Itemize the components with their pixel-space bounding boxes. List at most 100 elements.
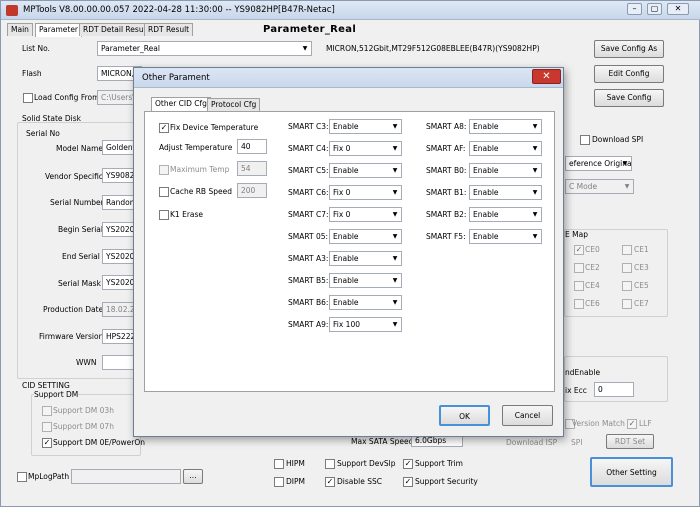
- other-setting-button[interactable]: Other Setting: [590, 457, 673, 487]
- fix-device-temp-checkbox[interactable]: ✓: [159, 123, 169, 133]
- close-button[interactable]: ✕: [667, 3, 689, 15]
- ce6-checkbox[interactable]: [574, 299, 584, 309]
- smart-05-label: SMART 05:: [288, 232, 329, 241]
- smart-05-value: Enable: [333, 232, 359, 241]
- chevron-down-icon: ▼: [392, 233, 398, 240]
- support-trim-checkbox[interactable]: ✓: [403, 459, 413, 469]
- k1-erase-checkbox[interactable]: [159, 210, 169, 220]
- tab-other-cid-cfg[interactable]: Other CID Cfg: [151, 97, 211, 111]
- edit-config-button[interactable]: Edit Config: [594, 65, 664, 83]
- load-config-label: Load Config From: [34, 93, 100, 102]
- chevron-down-icon: ▼: [392, 189, 398, 196]
- smart-b5-select[interactable]: Enable ▼: [329, 273, 402, 288]
- smart-05-select[interactable]: Enable ▼: [329, 229, 402, 244]
- max-temp-label: Maximum Temp: [170, 165, 230, 174]
- cache-rb-field[interactable]: 200: [237, 183, 267, 198]
- smart-a8-label: SMART A8:: [426, 122, 467, 131]
- list-no-select[interactable]: Parameter_Real ▼: [97, 41, 312, 56]
- smart-c5-select[interactable]: Enable ▼: [329, 163, 402, 178]
- smart-a9-value: Fix 100: [333, 320, 360, 329]
- dipm-label: DIPM: [286, 477, 305, 486]
- support-dm-03h-checkbox[interactable]: [42, 406, 52, 416]
- dialog-close-button[interactable]: ✕: [532, 69, 561, 84]
- chevron-down-icon: ▼: [532, 233, 538, 240]
- hipm-checkbox[interactable]: [274, 459, 284, 469]
- save-config-as-button[interactable]: Save Config As: [594, 40, 664, 58]
- cancel-button[interactable]: Cancel: [502, 405, 553, 426]
- max-ecc-field[interactable]: 0: [594, 382, 634, 397]
- minimize-button[interactable]: –: [627, 3, 642, 15]
- smart-b1-select[interactable]: Enable ▼: [469, 185, 542, 200]
- app-icon: [6, 5, 18, 16]
- serial-no-title: Serial No: [26, 129, 60, 138]
- tab-rdt-detail-result[interactable]: RDT Detail Result: [79, 23, 153, 36]
- smart-af-label: SMART AF:: [426, 144, 466, 153]
- disable-ssc-label: Disable SSC: [337, 477, 382, 486]
- ce0-label: CE0: [585, 245, 600, 254]
- chevron-down-icon: ▼: [624, 183, 630, 190]
- max-sata-speed-label: Max SATA Speed: [351, 437, 414, 446]
- smart-c6-label: SMART C6:: [288, 188, 329, 197]
- ce2-checkbox[interactable]: [574, 263, 584, 273]
- ce4-label: CE4: [585, 281, 600, 290]
- load-config-checkbox[interactable]: [23, 93, 33, 103]
- disable-ssc-checkbox[interactable]: ✓: [325, 477, 335, 487]
- chevron-down-icon: ▼: [622, 160, 628, 167]
- smart-c4-select[interactable]: Fix 0 ▼: [329, 141, 402, 156]
- mode-select[interactable]: C Mode ▼: [565, 179, 634, 194]
- ce3-checkbox[interactable]: [622, 263, 632, 273]
- tab-rdt-result[interactable]: RDT Result: [144, 23, 194, 36]
- max-temp-field[interactable]: 54: [237, 161, 267, 176]
- smart-a3-select[interactable]: Enable ▼: [329, 251, 402, 266]
- adjust-temp-label: Adjust Temperature: [159, 143, 233, 152]
- smart-c5-label: SMART C5:: [288, 166, 329, 175]
- mplogpath-label: MpLogPath: [28, 472, 70, 481]
- reference-original-select[interactable]: eference Origina ▼: [565, 156, 632, 171]
- smart-c6-value: Fix 0: [333, 188, 351, 197]
- flash-label: Flash: [22, 69, 42, 78]
- smart-c6-select[interactable]: Fix 0 ▼: [329, 185, 402, 200]
- ce3-label: CE3: [634, 263, 649, 272]
- support-dm-0e-checkbox[interactable]: ✓: [42, 438, 52, 448]
- save-config-button[interactable]: Save Config: [594, 89, 664, 107]
- flash-info: MICRON,512Gbit,MT29F512G08EBLEE(B47R)(YS…: [326, 44, 540, 53]
- ce1-checkbox[interactable]: [622, 245, 632, 255]
- tab-main[interactable]: Main: [7, 23, 33, 36]
- support-security-checkbox[interactable]: ✓: [403, 477, 413, 487]
- smart-a9-select[interactable]: Fix 100 ▼: [329, 317, 402, 332]
- chevron-down-icon: ▼: [302, 45, 308, 52]
- rdt-set-button[interactable]: RDT Set: [606, 434, 654, 449]
- smart-a8-select[interactable]: Enable ▼: [469, 119, 542, 134]
- tab-protocol-cfg[interactable]: Protocol Cfg: [207, 98, 261, 111]
- smart-af-select[interactable]: Enable ▼: [469, 141, 542, 156]
- adjust-temp-field[interactable]: 40: [237, 139, 267, 154]
- ok-button[interactable]: OK: [439, 405, 490, 426]
- smart-b6-select[interactable]: Enable ▼: [329, 295, 402, 310]
- smart-a3-value: Enable: [333, 254, 359, 263]
- llf-checkbox[interactable]: ✓: [627, 419, 637, 429]
- smart-f5-select[interactable]: Enable ▼: [469, 229, 542, 244]
- smart-c7-select[interactable]: Fix 0 ▼: [329, 207, 402, 222]
- mplogpath-browse-button[interactable]: ...: [183, 469, 203, 484]
- smart-b2-select[interactable]: Enable ▼: [469, 207, 542, 222]
- mplogpath-checkbox[interactable]: [17, 472, 27, 482]
- cache-rb-checkbox[interactable]: [159, 187, 169, 197]
- ce4-checkbox[interactable]: [574, 281, 584, 291]
- max-temp-checkbox[interactable]: [159, 165, 169, 175]
- support-devslp-checkbox[interactable]: [325, 459, 335, 469]
- ce5-checkbox[interactable]: [622, 281, 632, 291]
- smart-c3-select[interactable]: Enable ▼: [329, 119, 402, 134]
- ce2-label: CE2: [585, 263, 600, 272]
- support-dm-07h-checkbox[interactable]: [42, 422, 52, 432]
- ce7-checkbox[interactable]: [622, 299, 632, 309]
- download-spi-checkbox[interactable]: [580, 135, 590, 145]
- smart-b0-select[interactable]: Enable ▼: [469, 163, 542, 178]
- fix-device-temp-label: Fix Device Temperature: [170, 123, 259, 132]
- maximize-button[interactable]: ▢: [647, 3, 662, 15]
- ce0-checkbox[interactable]: ✓: [574, 245, 584, 255]
- dipm-checkbox[interactable]: [274, 477, 284, 487]
- tab-parameter[interactable]: Parameter: [35, 23, 83, 37]
- chevron-down-icon: ▼: [532, 189, 538, 196]
- mplogpath-field[interactable]: [71, 469, 181, 484]
- close-icon: ✕: [542, 71, 551, 82]
